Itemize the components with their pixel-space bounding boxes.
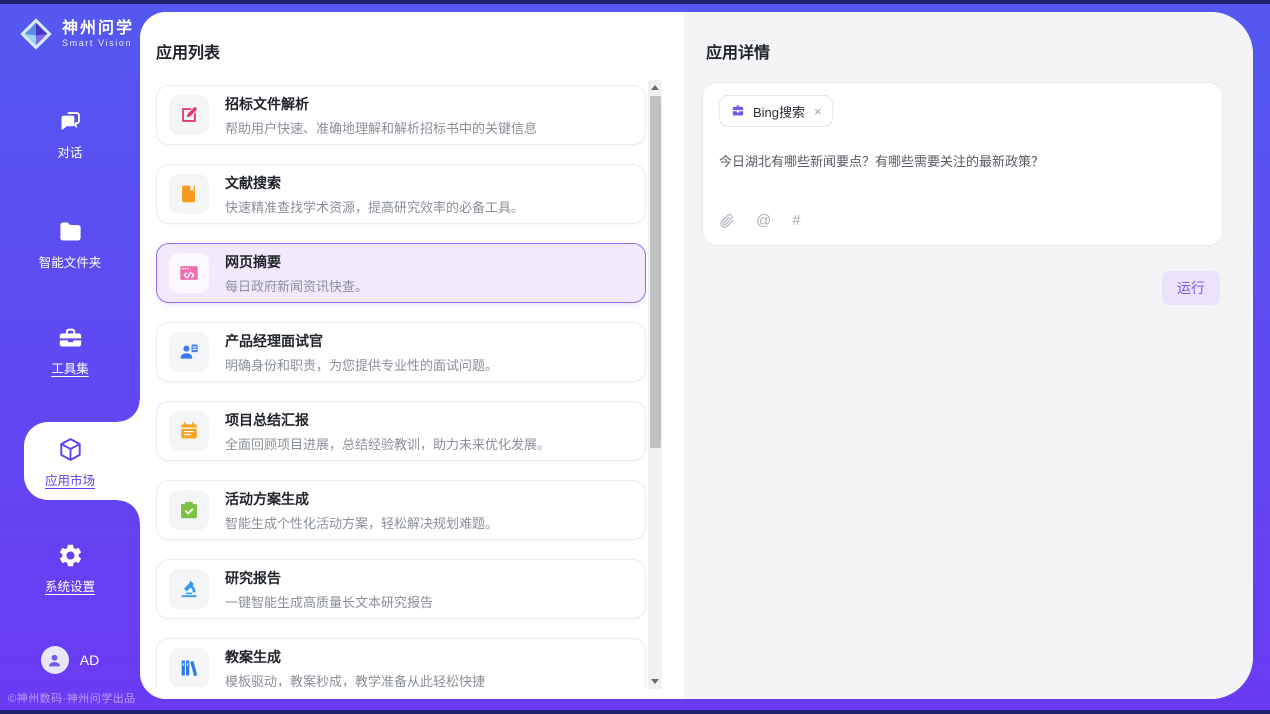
cube-icon xyxy=(57,436,84,463)
run-button[interactable]: 运行 xyxy=(1162,271,1220,305)
attachment-toolbar: @ # xyxy=(719,212,1206,229)
chat-icon xyxy=(57,108,84,135)
webpage-code-icon xyxy=(169,253,209,293)
sidebar-nav-label: 智能文件夹 xyxy=(39,252,102,271)
copyright-footer: ©神州数码·神州问学出品 xyxy=(8,690,136,706)
microscope-icon xyxy=(169,569,209,609)
book-icon xyxy=(169,174,209,214)
hash-icon[interactable]: # xyxy=(792,212,800,229)
list-scrollbar[interactable] xyxy=(648,80,662,689)
app-card-texts: 产品经理面试官 明确身份和职责，为您提供专业性的面试问题。 xyxy=(225,331,498,374)
document-edit-icon xyxy=(169,95,209,135)
app-card-description: 每日政府新闻资讯快查。 xyxy=(225,276,368,295)
app-card-description: 智能生成个性化活动方案，轻松解决规划难题。 xyxy=(225,513,498,532)
interviewer-icon xyxy=(169,332,209,372)
active-tab-fillet-top xyxy=(118,400,140,422)
scrollbar-thumb[interactable] xyxy=(650,96,661,448)
sidebar-nav-item[interactable]: 对话 xyxy=(0,108,140,158)
app-list-title: 应用列表 xyxy=(156,39,220,63)
app-card[interactable]: 产品经理面试官 明确身份和职责，为您提供专业性的面试问题。 xyxy=(156,322,646,382)
active-tab-fillet-bottom xyxy=(118,500,140,522)
app-card[interactable]: 招标文件解析 帮助用户快速、准确地理解和解析招标书中的关键信息 xyxy=(156,85,646,145)
brand-logo: 神州问学 Smart Vision xyxy=(18,16,134,52)
app-card-title: 文献搜索 xyxy=(225,173,524,193)
app-card-texts: 教案生成 模板驱动，教案秒成，教学准备从此轻松快捷 xyxy=(225,647,485,688)
top-frame-bar xyxy=(0,0,1270,4)
brand-name: 神州问学 xyxy=(62,20,134,38)
app-card-texts: 研究报告 一键智能生成高质量长文本研究报告 xyxy=(225,568,433,611)
content-frame: 应用列表 招标文件解析 帮助用户快速、准确地理解和解析招标书中的关键信息 xyxy=(140,12,1253,699)
app-card-title: 项目总结汇报 xyxy=(225,410,550,430)
app-card-texts: 文献搜索 快速精准查找学术资源，提高研究效率的必备工具。 xyxy=(225,173,524,216)
toolbox-icon xyxy=(57,324,84,351)
sidebar-nav-item[interactable]: 系统设置 xyxy=(0,542,140,592)
app-card-texts: 项目总结汇报 全面回顾项目进展，总结经验教训，助力未来优化发展。 xyxy=(225,410,550,453)
app-detail-title: 应用详情 xyxy=(706,39,770,63)
app-card-title: 活动方案生成 xyxy=(225,489,498,509)
app-card-description: 模板驱动，教案秒成，教学准备从此轻松快捷 xyxy=(225,671,485,688)
chip-close-icon[interactable]: × xyxy=(814,104,822,119)
app-card-texts: 活动方案生成 智能生成个性化活动方案，轻松解决规划难题。 xyxy=(225,489,498,532)
app-card-description: 明确身份和职责，为您提供专业性的面试问题。 xyxy=(225,355,498,374)
user-account[interactable]: AD xyxy=(0,646,140,674)
sidebar-nav-item[interactable]: 智能文件夹 xyxy=(0,218,140,268)
app-card-texts: 网页摘要 每日政府新闻资讯快查。 xyxy=(225,252,368,295)
paperclip-icon[interactable] xyxy=(719,213,735,229)
app-detail-panel: 应用详情 Bing搜索 × 今日湖北有哪些新闻要点？有哪些需要关注的最新政策？ … xyxy=(684,12,1253,699)
tool-chip-bing-search[interactable]: Bing搜索 × xyxy=(719,95,833,127)
app-card-title: 教案生成 xyxy=(225,647,485,667)
app-card-description: 帮助用户快速、准确地理解和解析招标书中的关键信息 xyxy=(225,118,537,137)
app-list-panel: 应用列表 招标文件解析 帮助用户快速、准确地理解和解析招标书中的关键信息 xyxy=(140,12,684,699)
sidebar-nav-item[interactable]: 工具集 xyxy=(0,324,140,374)
sidebar-nav-label: 工具集 xyxy=(51,358,89,377)
calendar-report-icon xyxy=(169,411,209,451)
sidebar-nav-item[interactable]: 应用市场 xyxy=(0,436,140,486)
clipboard-check-icon xyxy=(169,490,209,530)
app-card[interactable]: 活动方案生成 智能生成个性化活动方案，轻松解决规划难题。 xyxy=(156,480,646,540)
scroll-up-arrow-icon[interactable] xyxy=(651,85,659,90)
app-card-description: 快速精准查找学术资源，提高研究效率的必备工具。 xyxy=(225,197,524,216)
app-card-title: 研究报告 xyxy=(225,568,433,588)
briefcase-icon xyxy=(730,103,746,119)
prompt-input-card[interactable]: Bing搜索 × 今日湖北有哪些新闻要点？有哪些需要关注的最新政策？ @ # xyxy=(702,82,1223,246)
folder-icon xyxy=(57,218,84,245)
app-window: 神州问学 Smart Vision 对话 xyxy=(0,0,1270,714)
scroll-down-arrow-icon[interactable] xyxy=(651,679,659,684)
sidebar-nav-label: 对话 xyxy=(57,142,82,161)
sidebar-nav-label: 应用市场 xyxy=(45,470,95,489)
app-card[interactable]: 网页摘要 每日政府新闻资讯快查。 xyxy=(156,243,646,303)
brand-name-block: 神州问学 Smart Vision xyxy=(62,20,134,49)
app-card-title: 产品经理面试官 xyxy=(225,331,498,351)
app-card-title: 招标文件解析 xyxy=(225,94,537,114)
sidebar: 神州问学 Smart Vision 对话 xyxy=(0,4,140,710)
app-card[interactable]: 教案生成 模板驱动，教案秒成，教学准备从此轻松快捷 xyxy=(156,638,646,687)
books-icon xyxy=(169,648,209,687)
tool-chip-label: Bing搜索 xyxy=(753,102,805,121)
app-card-description: 全面回顾项目进展，总结经验教训，助力未来优化发展。 xyxy=(225,434,550,453)
mention-at-icon[interactable]: @ xyxy=(756,212,771,229)
avatar xyxy=(41,646,69,674)
app-card[interactable]: 项目总结汇报 全面回顾项目进展，总结经验教训，助力未来优化发展。 xyxy=(156,401,646,461)
app-card-title: 网页摘要 xyxy=(225,252,368,272)
person-icon xyxy=(46,652,63,669)
diamond-logo-icon xyxy=(18,16,54,52)
app-card[interactable]: 文献搜索 快速精准查找学术资源，提高研究效率的必备工具。 xyxy=(156,164,646,224)
brand-subtitle: Smart Vision xyxy=(62,38,134,48)
bottom-frame-bar xyxy=(0,710,1270,714)
app-card-description: 一键智能生成高质量长文本研究报告 xyxy=(225,592,433,611)
user-initials: AD xyxy=(80,652,99,668)
app-card-list: 招标文件解析 帮助用户快速、准确地理解和解析招标书中的关键信息 文献搜索 快速精… xyxy=(156,85,646,687)
sidebar-nav-label: 系统设置 xyxy=(45,576,95,595)
settings-gear-icon xyxy=(57,542,84,569)
app-card-texts: 招标文件解析 帮助用户快速、准确地理解和解析招标书中的关键信息 xyxy=(225,94,537,137)
app-card[interactable]: 研究报告 一键智能生成高质量长文本研究报告 xyxy=(156,559,646,619)
query-text[interactable]: 今日湖北有哪些新闻要点？有哪些需要关注的最新政策？ xyxy=(719,151,1206,170)
